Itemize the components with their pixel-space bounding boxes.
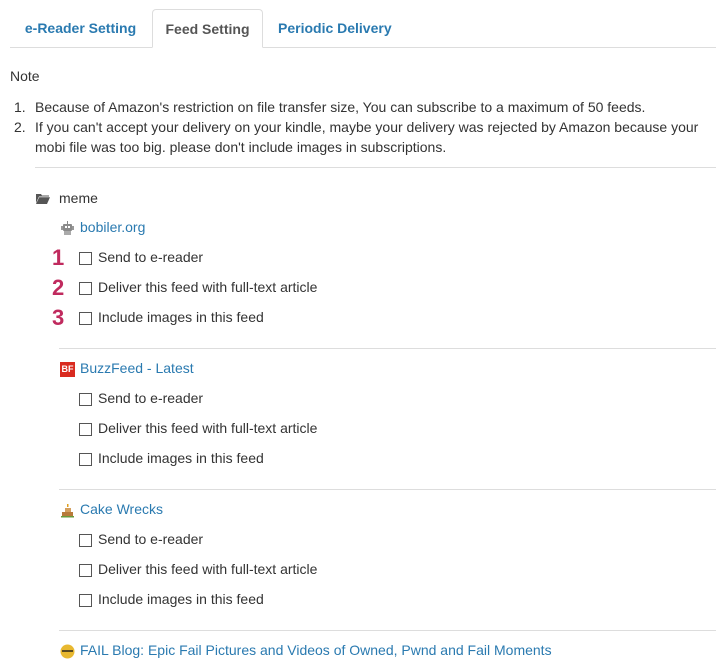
folder-label: meme (59, 190, 98, 206)
option-label: Include images in this feed (98, 450, 264, 466)
feed-link[interactable]: BuzzFeed - Latest (80, 360, 194, 376)
send-to-ereader-checkbox[interactable] (79, 393, 92, 406)
note-item-number: 2. (14, 119, 26, 135)
annotation-marker-2: 2 (52, 275, 65, 300)
full-text-checkbox[interactable] (79, 423, 92, 436)
tab-ereader-setting[interactable]: e-Reader Setting (10, 9, 151, 47)
option-label: Deliver this feed with full-text article (98, 420, 318, 436)
include-images-checkbox[interactable] (79, 312, 92, 325)
feed-link[interactable]: bobiler.org (80, 219, 145, 235)
divider (59, 489, 716, 490)
divider (59, 348, 716, 349)
cake-icon (61, 504, 74, 518)
include-images-checkbox[interactable] (79, 453, 92, 466)
divider (35, 167, 716, 168)
divider (59, 630, 716, 631)
option-label: Send to e-reader (98, 390, 204, 406)
note-item: 1. Because of Amazon's restriction on fi… (14, 97, 714, 117)
include-images-checkbox[interactable] (79, 594, 92, 607)
folder-icon (36, 194, 50, 204)
full-text-checkbox[interactable] (79, 564, 92, 577)
full-text-checkbox[interactable] (79, 282, 92, 295)
option-label: Send to e-reader (98, 531, 204, 547)
option-label: Deliver this feed with full-text article (98, 561, 318, 577)
buzzfeed-icon: BF (60, 362, 75, 377)
tab-feed-setting[interactable]: Feed Setting (152, 9, 263, 48)
send-to-ereader-checkbox[interactable] (79, 534, 92, 547)
annotation-marker-1: 1 (52, 245, 65, 270)
note-list: 1. Because of Amazon's restriction on fi… (14, 97, 714, 157)
option-label: Send to e-reader (98, 249, 204, 265)
option-label: Include images in this feed (98, 309, 264, 325)
feed-link[interactable]: FAIL Blog: Epic Fail Pictures and Videos… (80, 642, 552, 658)
feed-link[interactable]: Cake Wrecks (80, 501, 163, 517)
settings-tabs: e-Reader Setting Feed Setting Periodic D… (10, 9, 716, 48)
robot-icon (61, 221, 74, 235)
note-heading: Note (10, 68, 40, 84)
tab-periodic-delivery[interactable]: Periodic Delivery (278, 9, 402, 47)
option-label: Include images in this feed (98, 591, 264, 607)
note-item-number: 1. (14, 99, 26, 115)
option-label: Deliver this feed with full-text article (98, 279, 318, 295)
annotation-marker-3: 3 (52, 305, 65, 330)
note-item-text: If you can't accept your delivery on you… (35, 119, 699, 155)
note-item: 2. If you can't accept your delivery on … (14, 117, 714, 157)
send-to-ereader-checkbox[interactable] (79, 252, 92, 265)
fail-blog-icon (60, 644, 75, 659)
note-item-text: Because of Amazon's restriction on file … (35, 99, 646, 115)
